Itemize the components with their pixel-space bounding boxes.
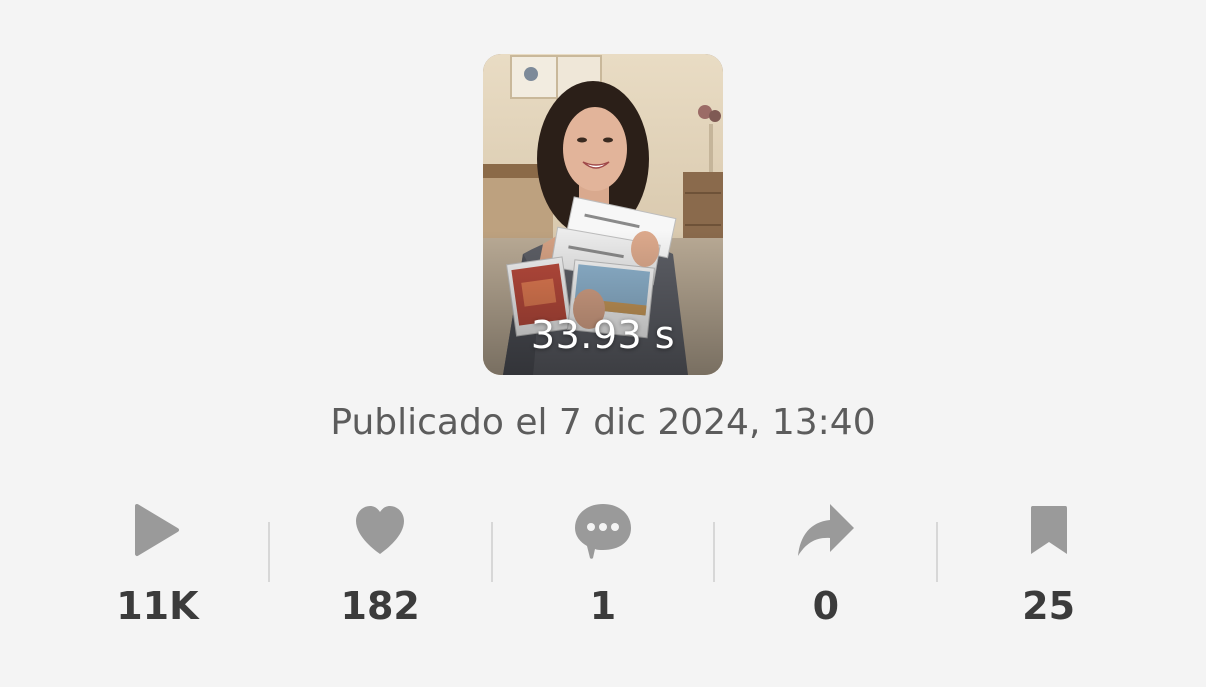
- video-duration: 33.93 s: [530, 313, 676, 357]
- stat-divider: [713, 522, 715, 582]
- heart-icon: [350, 500, 410, 560]
- stat-likes: 182: [269, 496, 492, 646]
- stat-views: 11K: [46, 496, 269, 646]
- stat-saves-value: 25: [1022, 584, 1076, 628]
- play-icon: [127, 500, 187, 560]
- bookmark-icon: [1019, 500, 1079, 560]
- stat-shares-value: 0: [812, 584, 840, 628]
- stat-divider: [268, 522, 270, 582]
- stat-likes-value: 182: [340, 584, 420, 628]
- stat-views-value: 11K: [116, 584, 199, 628]
- comment-icon: [573, 500, 633, 560]
- video-thumbnail[interactable]: 33.93 s: [483, 54, 723, 375]
- published-date: Publicado el 7 dic 2024, 13:40: [330, 402, 876, 443]
- stat-shares: 0: [714, 496, 937, 646]
- share-icon: [796, 500, 856, 560]
- stats-row: 11K 182 1 0 25: [46, 496, 1160, 646]
- stat-divider: [491, 522, 493, 582]
- stat-comments-value: 1: [589, 584, 617, 628]
- stat-divider: [936, 522, 938, 582]
- stat-comments: 1: [492, 496, 715, 646]
- stat-saves: 25: [937, 496, 1160, 646]
